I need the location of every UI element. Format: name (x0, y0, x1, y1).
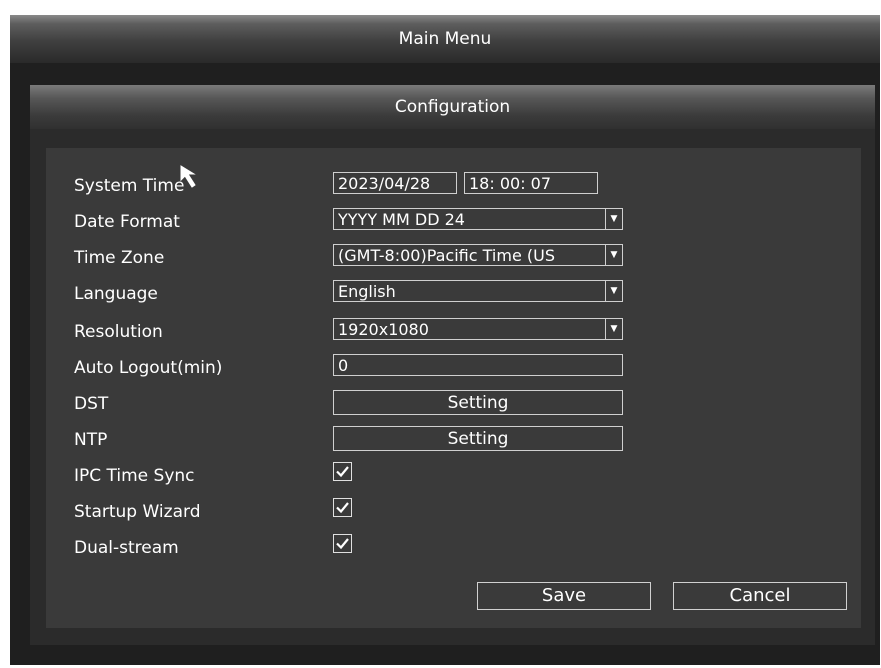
auto-logout-value: 0 (338, 356, 349, 375)
auto-logout-input[interactable]: 0 (333, 354, 623, 376)
checkmark-icon (336, 466, 349, 478)
startup-wizard-checkbox[interactable] (333, 498, 352, 517)
dst-label: DST (74, 394, 109, 414)
system-date-value: 2023/04/28 (338, 174, 431, 193)
ntp-label: NTP (74, 430, 108, 450)
time-zone-label: Time Zone (74, 248, 165, 268)
language-label: Language (74, 284, 158, 304)
ipc-time-sync-label: IPC Time Sync (74, 466, 195, 486)
language-value: English (338, 282, 396, 301)
auto-logout-label: Auto Logout(min) (74, 358, 223, 378)
startup-wizard-label: Startup Wizard (74, 502, 201, 522)
row-language: Language English ▼ (46, 280, 861, 308)
time-zone-select[interactable]: (GMT-8:00)Pacific Time (US ▼ (333, 244, 623, 266)
chevron-down-icon[interactable]: ▼ (605, 319, 622, 339)
date-format-value: YYYY MM DD 24 (338, 210, 465, 229)
system-time-label: System Time (74, 176, 185, 196)
chevron-down-icon[interactable]: ▼ (605, 245, 622, 265)
mouse-cursor-icon (180, 165, 196, 188)
chevron-down-icon[interactable]: ▼ (605, 209, 622, 229)
cancel-button[interactable]: Cancel (673, 582, 847, 610)
row-dual-stream: Dual-stream (46, 534, 861, 562)
configuration-panel: Configuration System Time 2023/04/28 18:… (30, 85, 875, 645)
ipc-time-sync-checkbox[interactable] (333, 462, 352, 481)
main-menu-title: Main Menu (10, 15, 880, 63)
resolution-label: Resolution (74, 322, 163, 342)
row-system-time: System Time 2023/04/28 18: 00: 07 (46, 172, 861, 200)
row-startup-wizard: Startup Wizard (46, 498, 861, 526)
date-format-label: Date Format (74, 212, 180, 232)
row-dst: DST Setting (46, 390, 861, 418)
configuration-title: Configuration (30, 85, 875, 129)
date-format-select[interactable]: YYYY MM DD 24 ▼ (333, 208, 623, 230)
screen: Main Menu Configuration System Time 2023… (0, 0, 881, 668)
row-resolution: Resolution 1920x1080 ▼ (46, 318, 861, 346)
checkmark-icon (336, 538, 349, 550)
dual-stream-checkbox[interactable] (333, 534, 352, 553)
system-time-field[interactable]: 18: 00: 07 (464, 172, 598, 194)
row-ipc-time-sync: IPC Time Sync (46, 462, 861, 490)
chevron-down-icon[interactable]: ▼ (605, 281, 622, 301)
row-time-zone: Time Zone (GMT-8:00)Pacific Time (US ▼ (46, 244, 861, 272)
language-select[interactable]: English ▼ (333, 280, 623, 302)
main-menu-window: Main Menu Configuration System Time 2023… (10, 15, 880, 665)
configuration-form: System Time 2023/04/28 18: 00: 07 Date F… (46, 148, 861, 628)
system-time-value: 18: 00: 07 (469, 174, 552, 193)
ntp-setting-button[interactable]: Setting (333, 426, 623, 451)
system-date-field[interactable]: 2023/04/28 (333, 172, 457, 194)
row-ntp: NTP Setting (46, 426, 861, 454)
resolution-value: 1920x1080 (338, 320, 429, 339)
row-auto-logout: Auto Logout(min) 0 (46, 354, 861, 382)
dst-setting-button[interactable]: Setting (333, 390, 623, 415)
checkmark-icon (336, 502, 349, 514)
save-button[interactable]: Save (477, 582, 651, 610)
dual-stream-label: Dual-stream (74, 538, 179, 558)
row-date-format: Date Format YYYY MM DD 24 ▼ (46, 208, 861, 236)
resolution-select[interactable]: 1920x1080 ▼ (333, 318, 623, 340)
time-zone-value: (GMT-8:00)Pacific Time (US (338, 246, 555, 265)
